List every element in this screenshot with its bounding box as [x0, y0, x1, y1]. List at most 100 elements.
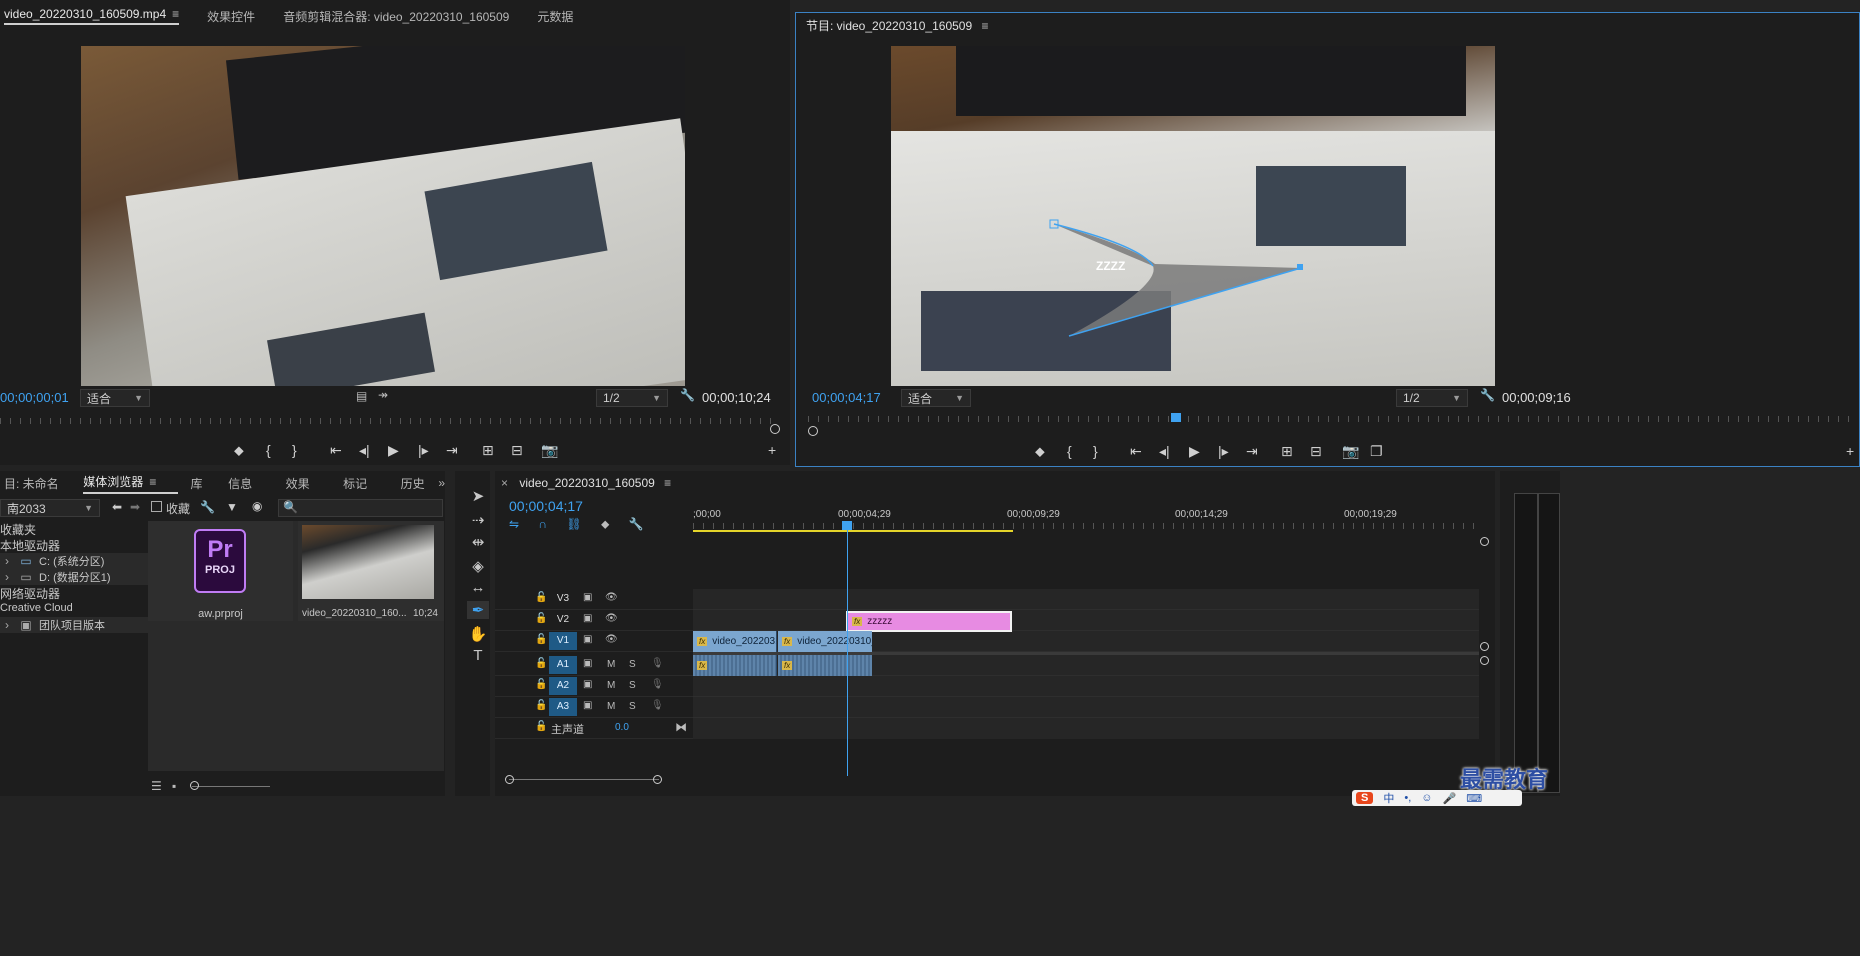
source-timecode-in[interactable]: 00;00;00;01	[0, 390, 69, 405]
pen-tool-icon[interactable]: ✒	[467, 601, 489, 619]
playhead-marker[interactable]	[1171, 413, 1181, 422]
tree-item-drive-d[interactable]: › ▭ D: (数据分区1)	[0, 569, 148, 585]
microphone-icon[interactable]: 🎙	[651, 679, 664, 690]
menu-icon[interactable]: ≡	[664, 476, 671, 490]
filter-icon[interactable]: ▼	[226, 500, 238, 514]
close-icon[interactable]: ×	[501, 476, 508, 490]
back-arrow-icon[interactable]: ⬅	[112, 500, 122, 514]
zoom-handle[interactable]	[770, 424, 780, 434]
source-resolution-select[interactable]: 1/2 ▼	[596, 389, 668, 407]
tree-item-creative-cloud[interactable]: Creative Cloud	[0, 602, 73, 614]
work-area-bar[interactable]	[693, 530, 1013, 532]
tab-effects[interactable]: 效果	[286, 475, 343, 492]
sync-lock-icon[interactable]: ▣	[583, 613, 592, 624]
mute-button[interactable]: M	[607, 659, 615, 670]
clip-video-b[interactable]: fx video_20220310_1	[778, 631, 872, 652]
ime-punctuation-toggle[interactable]: •,	[1404, 792, 1411, 804]
more-tabs-icon[interactable]: »	[438, 476, 445, 490]
extract-icon[interactable]: ⊟	[1310, 443, 1322, 460]
go-to-out-icon[interactable]: ⇥	[1246, 443, 1258, 460]
source-fit-select[interactable]: 适合 ▼	[80, 389, 150, 407]
add-button-icon[interactable]: +	[1846, 443, 1854, 459]
marker-icon[interactable]: ⬥	[1035, 443, 1045, 460]
source-video-frame[interactable]	[81, 46, 685, 386]
marker-icon[interactable]: ⬥	[234, 442, 244, 459]
step-back-icon[interactable]: ◂|	[1159, 443, 1170, 460]
mute-button[interactable]: M	[607, 701, 615, 712]
lock-icon[interactable]: 🔓	[535, 613, 547, 624]
forward-arrow-icon[interactable]: ➡	[130, 500, 140, 514]
clip-video-a[interactable]: fx video_20220310	[693, 631, 777, 652]
tree-item-local-drives[interactable]: 本地驱动器	[0, 537, 60, 554]
timeline-timecode[interactable]: 00;00;04;17	[509, 498, 583, 514]
ime-voice-icon[interactable]: 🎤	[1443, 792, 1457, 805]
program-video-frame[interactable]: ZZZZ	[891, 46, 1495, 386]
menu-icon[interactable]: ≡	[981, 19, 988, 33]
chevron-right-icon[interactable]: ›	[5, 570, 9, 584]
solo-button[interactable]: S	[629, 701, 636, 712]
overwrite-icon[interactable]: ⊟	[511, 442, 523, 459]
snap-icon[interactable]: ∩	[538, 517, 547, 531]
tab-source-clip[interactable]: video_20220310_160509.mp4 ≡	[4, 7, 180, 25]
vertical-scroll-handle[interactable]	[1480, 537, 1489, 546]
zoom-slider-handle[interactable]	[190, 781, 199, 790]
mute-button[interactable]: M	[607, 680, 615, 691]
mask-shape[interactable]	[891, 46, 1495, 386]
lift-icon[interactable]: ⊞	[1281, 443, 1293, 460]
mark-in-icon[interactable]: {	[1067, 443, 1072, 459]
nest-icon[interactable]: ⇋	[509, 517, 519, 531]
chevron-right-icon[interactable]: ›	[5, 618, 9, 632]
play-icon[interactable]: ▶	[1189, 443, 1200, 460]
drive-select[interactable]: 南2033 ▼	[0, 499, 100, 517]
clip-audio-b[interactable]: fx	[778, 655, 872, 676]
tree-item-favorites[interactable]: 收藏夹	[0, 521, 36, 538]
eye-icon[interactable]: 👁	[605, 613, 618, 624]
track-select-tool-icon[interactable]: ⇢	[467, 511, 489, 529]
step-forward-icon[interactable]: |▸	[1218, 443, 1229, 460]
lock-icon[interactable]: 🔓	[535, 658, 547, 669]
list-view-icon[interactable]: ☰	[151, 779, 162, 793]
selection-tool-icon[interactable]: ➤	[467, 487, 489, 505]
lock-icon[interactable]: 🔓	[535, 721, 547, 732]
chevron-right-icon[interactable]: ›	[5, 554, 9, 568]
horizontal-scrollbar[interactable]	[509, 779, 659, 780]
solo-button[interactable]: S	[629, 659, 636, 670]
sogou-logo-icon[interactable]: S	[1356, 792, 1374, 804]
zoom-slider[interactable]	[192, 786, 270, 787]
vertical-scroll-handle[interactable]	[1480, 642, 1489, 651]
tab-media-browser[interactable]: 媒体浏览器 ≡	[83, 473, 179, 494]
tab-info[interactable]: 信息	[228, 475, 285, 492]
play-icon[interactable]: ▶	[388, 442, 399, 459]
program-timecode[interactable]: 00;00;04;17	[812, 390, 881, 405]
playhead-head[interactable]	[842, 521, 852, 530]
horizontal-scroll-start[interactable]	[505, 775, 514, 784]
master-volume-value[interactable]: 0.0	[615, 722, 629, 733]
sync-lock-icon[interactable]: ▣	[583, 634, 592, 645]
zoom-handle[interactable]	[808, 426, 818, 436]
mark-in-icon[interactable]: {	[266, 442, 271, 458]
lock-icon[interactable]: 🔓	[535, 592, 547, 603]
tab-effect-controls[interactable]: 效果控件	[207, 8, 255, 25]
ripple-edit-tool-icon[interactable]: ⇹	[467, 533, 489, 551]
menu-icon[interactable]: ≡	[172, 7, 179, 21]
mark-out-icon[interactable]: }	[292, 442, 297, 458]
program-time-ruler[interactable]	[808, 416, 1858, 422]
timeline-settings-icon[interactable]: 🔧	[629, 517, 644, 531]
file-item-video[interactable]: video_20220310_160... 10;24	[298, 521, 444, 621]
sync-lock-icon[interactable]: ▣	[583, 658, 592, 669]
ime-emoji-icon[interactable]: ☺	[1421, 792, 1432, 804]
program-fit-select[interactable]: 适合 ▼	[901, 389, 971, 407]
track-label[interactable]: V1	[549, 632, 577, 650]
eye-icon[interactable]: 👁	[605, 592, 618, 603]
source-time-ruler[interactable]	[0, 418, 775, 424]
wrench-icon[interactable]: 🔧	[680, 388, 695, 402]
lock-icon[interactable]: 🔓	[535, 679, 547, 690]
file-item-project[interactable]: Pr PROJ aw.prproj	[148, 521, 293, 621]
comparison-view-icon[interactable]: ❐	[1370, 443, 1383, 460]
safe-margins-icon[interactable]: ▤	[356, 389, 367, 403]
sync-lock-icon[interactable]: ▣	[583, 679, 592, 690]
solo-button[interactable]: S	[629, 680, 636, 691]
compare-icon[interactable]: ↠	[378, 388, 388, 402]
go-to-in-icon[interactable]: ⇤	[330, 442, 342, 459]
ime-keyboard-icon[interactable]: ⌨	[1466, 792, 1482, 805]
